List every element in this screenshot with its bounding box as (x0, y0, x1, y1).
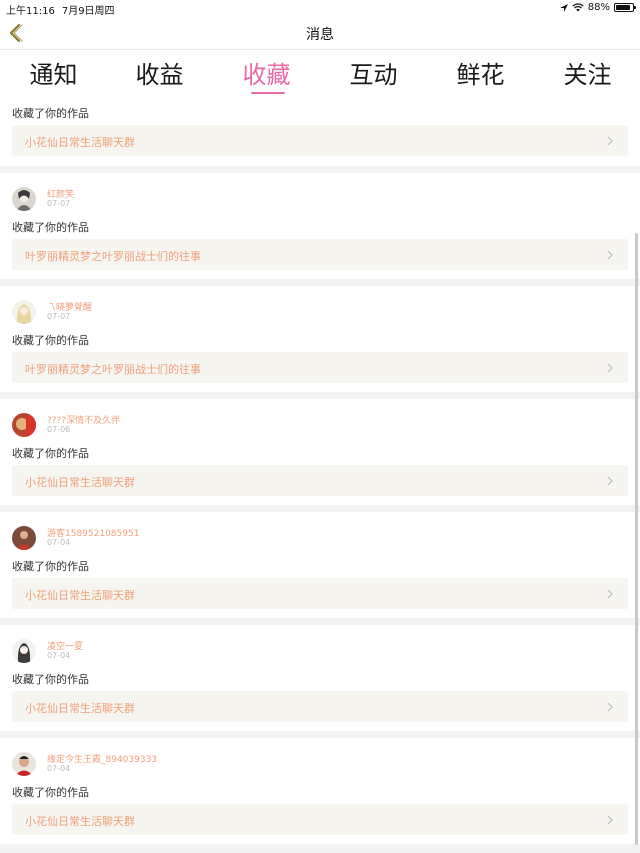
work-link[interactable]: 小花仙日常生活聊天群 (12, 578, 628, 609)
page-title: 消息 (306, 27, 334, 43)
list-item: ????深情不及久伴 07-06 收藏了你的作品 小花仙日常生活聊天群 (0, 399, 640, 505)
scrollbar[interactable] (635, 233, 638, 845)
work-title: 小花仙日常生活聊天群 (25, 136, 135, 149)
list-item: 游客1589521085951 07-04 收藏了你的作品 小花仙日常生活聊天群 (0, 512, 640, 618)
tab-following[interactable]: 关注 (534, 55, 640, 90)
list-item: 收藏了你的作品 小花仙日常生活聊天群 (0, 100, 640, 166)
chevron-right-icon (607, 250, 613, 260)
work-link[interactable]: 叶罗丽精灵梦之叶罗丽战士们的往事 (12, 239, 628, 270)
list-item: 乁晓夢覺醒 07-07 收藏了你的作品 叶罗丽精灵梦之叶罗丽战士们的往事 (0, 286, 640, 392)
list-item: 凌空一夏 07-04 收藏了你的作品 小花仙日常生活聊天群 (0, 625, 640, 731)
action-text: 收藏了你的作品 (12, 560, 89, 573)
timestamp: 07-04 (47, 538, 71, 547)
timestamp: 07-07 (47, 199, 71, 208)
timestamp: 07-04 (47, 651, 71, 660)
avatar[interactable] (12, 413, 36, 437)
timestamp: 07-07 (47, 312, 71, 321)
avatar[interactable] (12, 639, 36, 663)
avatar[interactable] (12, 300, 36, 324)
battery-percent: 88% (587, 2, 610, 13)
work-title: 叶罗丽精灵梦之叶罗丽战士们的往事 (25, 250, 201, 263)
avatar[interactable] (12, 187, 36, 211)
work-title: 小花仙日常生活聊天群 (25, 815, 135, 828)
work-title: 叶罗丽精灵梦之叶罗丽战士们的往事 (25, 363, 201, 376)
active-tab-indicator (251, 92, 285, 94)
work-link[interactable]: 小花仙日常生活聊天群 (12, 125, 628, 156)
work-title: 小花仙日常生活聊天群 (25, 702, 135, 715)
wifi-icon (572, 3, 584, 12)
avatar[interactable] (12, 526, 36, 550)
chevron-right-icon (607, 815, 613, 825)
timestamp: 07-04 (47, 764, 71, 773)
work-link[interactable]: 叶罗丽精灵梦之叶罗丽战士们的往事 (12, 352, 628, 383)
action-text: 收藏了你的作品 (12, 221, 89, 234)
work-link[interactable]: 小花仙日常生活聊天群 (12, 804, 628, 835)
chevron-right-icon (607, 363, 613, 373)
battery-icon (614, 3, 636, 12)
action-text: 收藏了你的作品 (12, 786, 89, 799)
tab-earnings[interactable]: 收益 (106, 55, 213, 90)
action-text: 收藏了你的作品 (12, 107, 89, 120)
list-item: 红颜笑 07-07 收藏了你的作品 叶罗丽精灵梦之叶罗丽战士们的往事 (0, 173, 640, 279)
work-title: 小花仙日常生活聊天群 (25, 589, 135, 602)
work-link[interactable]: 小花仙日常生活聊天群 (12, 465, 628, 496)
work-title: 小花仙日常生活聊天群 (25, 476, 135, 489)
tab-interactions[interactable]: 互动 (320, 55, 427, 90)
nav-bar: 消息 (0, 16, 640, 50)
tab-flowers[interactable]: 鲜花 (427, 55, 534, 90)
status-bar: 上午11:16 7月9日周四 88% (0, 0, 640, 17)
action-text: 收藏了你的作品 (12, 673, 89, 686)
avatar[interactable] (12, 752, 36, 776)
chevron-right-icon (607, 702, 613, 712)
action-text: 收藏了你的作品 (12, 334, 89, 347)
chevron-right-icon (607, 136, 613, 146)
timestamp: 07-06 (47, 425, 71, 434)
work-link[interactable]: 小花仙日常生活聊天群 (12, 691, 628, 722)
action-text: 收藏了你的作品 (12, 447, 89, 460)
tab-favorites[interactable]: 收藏 (213, 55, 320, 90)
tab-notifications[interactable]: 通知 (0, 55, 107, 90)
list-item: 缘定今生王霞_894039333 07-04 收藏了你的作品 小花仙日常生活聊天… (0, 738, 640, 844)
location-icon (559, 3, 568, 12)
chevron-right-icon (607, 476, 613, 486)
chevron-right-icon (607, 589, 613, 599)
tab-bar: 通知 收益 收藏 互动 鲜花 关注 (0, 50, 640, 100)
